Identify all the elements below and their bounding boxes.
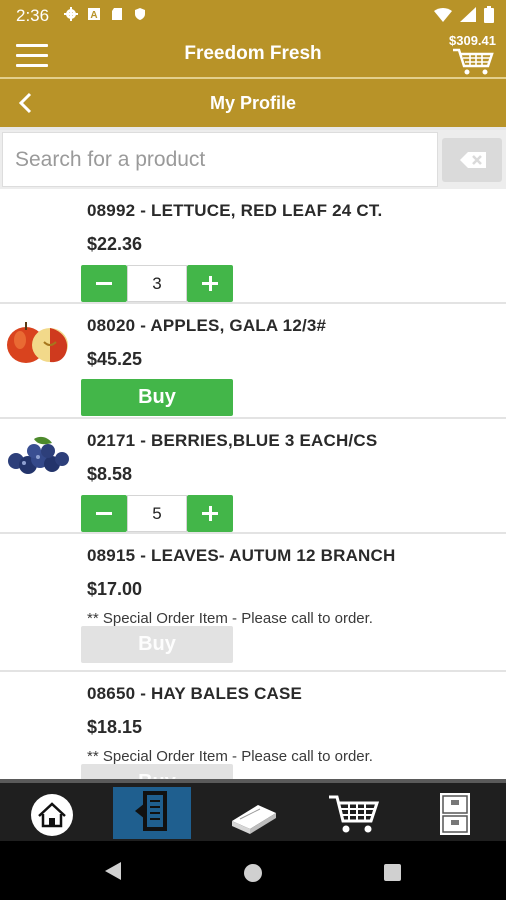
status-bar: 2:36 A <box>0 0 506 33</box>
product-title[interactable]: 08915 - LEAVES- AUTUM 12 BRANCH <box>87 546 395 566</box>
page-title: My Profile <box>209 93 297 113</box>
settings-icon <box>64 7 78 21</box>
list-item: 08915 - LEAVES- AUTUM 12 BRANCH $17.00 *… <box>0 534 506 672</box>
shield-icon <box>133 7 147 21</box>
quantity-field[interactable]: 3 <box>127 265 187 302</box>
status-time: 2:36 <box>16 6 50 25</box>
buy-button[interactable]: Buy <box>81 379 233 416</box>
home-icon[interactable] <box>13 787 91 839</box>
cart-total[interactable]: $309.41 <box>449 33 496 48</box>
product-list: 08992 - LETTUCE, RED LEAF 24 CT. $22.36 … <box>0 189 506 779</box>
svg-text:A: A <box>90 10 97 21</box>
a-icon: A <box>87 7 101 21</box>
apples-image <box>4 318 70 368</box>
status-notification-icons: A <box>64 7 147 21</box>
quantity-field[interactable]: 5 <box>127 495 187 532</box>
app-bar: Freedom Fresh $309.41 <box>0 33 506 77</box>
product-price: $18.15 <box>87 717 143 737</box>
search-bar <box>0 127 506 189</box>
buy-button-disabled: Buy <box>81 626 233 663</box>
buy-button-disabled: Buy <box>81 764 233 779</box>
cart-icon[interactable] <box>452 48 494 76</box>
clear-search-button[interactable] <box>442 138 502 182</box>
app-title: Freedom Fresh <box>184 43 322 64</box>
sub-bar: My Profile <box>0 79 506 127</box>
system-back-icon[interactable] <box>103 860 123 887</box>
system-recents-icon[interactable] <box>384 864 401 881</box>
decrease-quantity-button[interactable] <box>81 495 127 532</box>
product-price: $22.36 <box>87 234 143 254</box>
catalog-icon[interactable] <box>214 787 292 839</box>
special-order-note: ** Special Order Item - Please call to o… <box>87 610 373 627</box>
sd-card-icon <box>110 7 124 21</box>
bottom-nav <box>0 779 506 841</box>
product-price: $17.00 <box>87 579 143 599</box>
system-nav-bar <box>0 841 506 900</box>
wifi-icon <box>434 7 452 27</box>
signal-icon <box>460 7 476 27</box>
special-order-note: ** Special Order Item - Please call to o… <box>87 748 373 765</box>
product-title[interactable]: 08020 - APPLES, GALA 12/3# <box>87 316 326 336</box>
product-title[interactable]: 08650 - HAY BALES CASE <box>87 684 302 704</box>
product-price: $45.25 <box>87 349 143 369</box>
list-item: 08650 - HAY BALES CASE $18.15 ** Special… <box>0 672 506 779</box>
search-input[interactable] <box>2 132 438 187</box>
decrease-quantity-button[interactable] <box>81 265 127 302</box>
increase-quantity-button[interactable] <box>187 265 233 302</box>
product-title[interactable]: 02171 - BERRIES,BLUE 3 EACH/CS <box>87 431 377 451</box>
status-system-icons <box>434 6 494 28</box>
quantity-stepper: 5 <box>81 495 233 532</box>
list-item: 08020 - APPLES, GALA 12/3# $45.25 Buy <box>0 304 506 419</box>
product-price: $8.58 <box>87 464 133 484</box>
cart-icon[interactable] <box>315 787 393 839</box>
list-item: 02171 - BERRIES,BLUE 3 EACH/CS $8.58 5 <box>0 419 506 534</box>
blueberries-image <box>4 433 70 483</box>
list-item: 08992 - LETTUCE, RED LEAF 24 CT. $22.36 … <box>0 189 506 304</box>
account-icon[interactable] <box>416 787 494 839</box>
system-home-icon[interactable] <box>244 864 262 882</box>
increase-quantity-button[interactable] <box>187 495 233 532</box>
order-guide-icon[interactable] <box>113 787 191 839</box>
battery-icon <box>484 6 494 28</box>
product-title[interactable]: 08992 - LETTUCE, RED LEAF 24 CT. <box>87 201 382 221</box>
quantity-stepper: 3 <box>81 265 233 302</box>
